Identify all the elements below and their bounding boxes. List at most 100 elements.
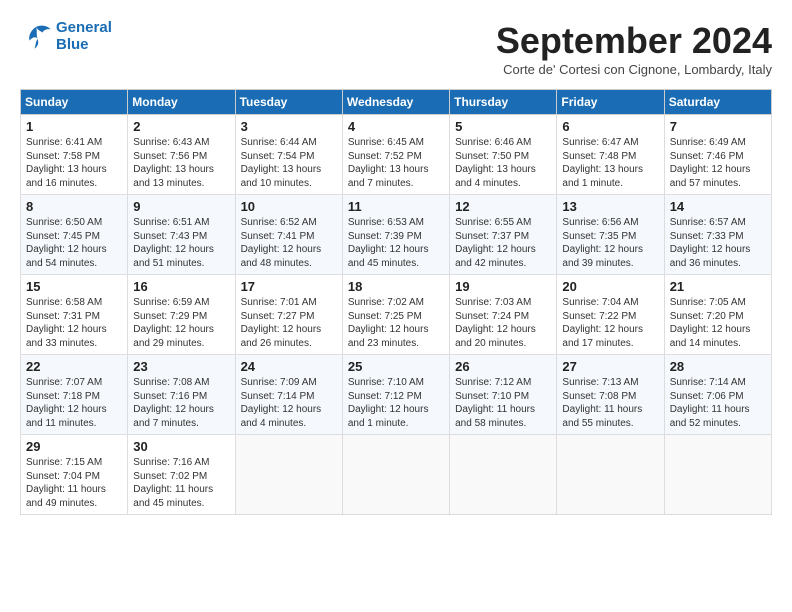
- day-info: Sunrise: 6:44 AM Sunset: 7:54 PM Dayligh…: [241, 136, 337, 190]
- day-info: Sunrise: 6:53 AM Sunset: 7:39 PM Dayligh…: [348, 216, 444, 270]
- day-number: 14: [670, 199, 766, 214]
- logo-text: General Blue: [56, 20, 112, 53]
- calendar-cell: [342, 435, 449, 515]
- day-info: Sunrise: 7:16 AM Sunset: 7:02 PM Dayligh…: [133, 456, 229, 510]
- day-info: Sunrise: 7:10 AM Sunset: 7:12 PM Dayligh…: [348, 376, 444, 430]
- calendar-week-1: 1 Sunrise: 6:41 AM Sunset: 7:58 PM Daylig…: [21, 115, 772, 195]
- column-header-thursday: Thursday: [450, 90, 557, 115]
- calendar-cell: 21 Sunrise: 7:05 AM Sunset: 7:20 PM Dayli…: [664, 275, 771, 355]
- column-header-tuesday: Tuesday: [235, 90, 342, 115]
- calendar-cell: 23 Sunrise: 7:08 AM Sunset: 7:16 PM Dayli…: [128, 355, 235, 435]
- day-number: 23: [133, 359, 229, 374]
- logo-icon: [20, 23, 52, 51]
- calendar-cell: 6 Sunrise: 6:47 AM Sunset: 7:48 PM Daylig…: [557, 115, 664, 195]
- day-number: 3: [241, 119, 337, 134]
- day-info: Sunrise: 7:03 AM Sunset: 7:24 PM Dayligh…: [455, 296, 551, 350]
- calendar-cell: 7Sunrise: 6:49 AM Sunset: 7:46 PM Daylig…: [664, 115, 771, 195]
- day-number: 17: [241, 279, 337, 294]
- calendar-cell: 11 Sunrise: 6:53 AM Sunset: 7:39 PM Dayli…: [342, 195, 449, 275]
- day-info: Sunrise: 7:01 AM Sunset: 7:27 PM Dayligh…: [241, 296, 337, 350]
- calendar-cell: 19 Sunrise: 7:03 AM Sunset: 7:24 PM Dayli…: [450, 275, 557, 355]
- day-info: Sunrise: 7:14 AM Sunset: 7:06 PM Dayligh…: [670, 376, 766, 430]
- calendar-cell: 16 Sunrise: 6:59 AM Sunset: 7:29 PM Dayli…: [128, 275, 235, 355]
- calendar-cell: 30 Sunrise: 7:16 AM Sunset: 7:02 PM Dayli…: [128, 435, 235, 515]
- calendar-cell: [450, 435, 557, 515]
- calendar-cell: 22 Sunrise: 7:07 AM Sunset: 7:18 PM Dayli…: [21, 355, 128, 435]
- calendar-cell: 9 Sunrise: 6:51 AM Sunset: 7:43 PM Daylig…: [128, 195, 235, 275]
- day-number: 10: [241, 199, 337, 214]
- column-header-wednesday: Wednesday: [342, 90, 449, 115]
- day-info: Sunrise: 6:55 AM Sunset: 7:37 PM Dayligh…: [455, 216, 551, 270]
- day-info: Sunrise: 7:04 AM Sunset: 7:22 PM Dayligh…: [562, 296, 658, 350]
- calendar-cell: 13 Sunrise: 6:56 AM Sunset: 7:35 PM Dayli…: [557, 195, 664, 275]
- day-info: Sunrise: 6:51 AM Sunset: 7:43 PM Dayligh…: [133, 216, 229, 270]
- day-number: 19: [455, 279, 551, 294]
- day-info: Sunrise: 7:13 AM Sunset: 7:08 PM Dayligh…: [562, 376, 658, 430]
- day-number: 22: [26, 359, 122, 374]
- month-title-block: September 2024 Corte de' Cortesi con Cig…: [496, 20, 772, 85]
- column-header-sunday: Sunday: [21, 90, 128, 115]
- calendar-cell: 3 Sunrise: 6:44 AM Sunset: 7:54 PM Daylig…: [235, 115, 342, 195]
- calendar-cell: 8 Sunrise: 6:50 AM Sunset: 7:45 PM Daylig…: [21, 195, 128, 275]
- day-number: 13: [562, 199, 658, 214]
- calendar-cell: 5Sunrise: 6:46 AM Sunset: 7:50 PM Daylig…: [450, 115, 557, 195]
- day-info: Sunrise: 6:56 AM Sunset: 7:35 PM Dayligh…: [562, 216, 658, 270]
- day-number: 16: [133, 279, 229, 294]
- calendar-cell: 27 Sunrise: 7:13 AM Sunset: 7:08 PM Dayli…: [557, 355, 664, 435]
- day-number: 2: [133, 119, 229, 134]
- day-number: 7: [670, 119, 766, 134]
- day-number: 8: [26, 199, 122, 214]
- calendar-week-5: 29 Sunrise: 7:15 AM Sunset: 7:04 PM Dayli…: [21, 435, 772, 515]
- day-info: Sunrise: 7:08 AM Sunset: 7:16 PM Dayligh…: [133, 376, 229, 430]
- day-info: Sunrise: 6:57 AM Sunset: 7:33 PM Dayligh…: [670, 216, 766, 270]
- day-number: 24: [241, 359, 337, 374]
- day-number: 6: [562, 119, 658, 134]
- day-number: 28: [670, 359, 766, 374]
- day-number: 21: [670, 279, 766, 294]
- day-number: 4: [348, 119, 444, 134]
- column-header-monday: Monday: [128, 90, 235, 115]
- day-info: Sunrise: 6:43 AM Sunset: 7:56 PM Dayligh…: [133, 136, 229, 190]
- calendar-week-3: 15Sunrise: 6:58 AM Sunset: 7:31 PM Dayli…: [21, 275, 772, 355]
- calendar-week-4: 22 Sunrise: 7:07 AM Sunset: 7:18 PM Dayli…: [21, 355, 772, 435]
- day-info: Sunrise: 6:41 AM Sunset: 7:58 PM Dayligh…: [26, 136, 122, 190]
- day-info: Sunrise: 7:05 AM Sunset: 7:20 PM Dayligh…: [670, 296, 766, 350]
- column-header-saturday: Saturday: [664, 90, 771, 115]
- calendar-cell: 1 Sunrise: 6:41 AM Sunset: 7:58 PM Daylig…: [21, 115, 128, 195]
- day-info: Sunrise: 6:47 AM Sunset: 7:48 PM Dayligh…: [562, 136, 658, 190]
- day-info: Sunrise: 7:07 AM Sunset: 7:18 PM Dayligh…: [26, 376, 122, 430]
- calendar-cell: 17 Sunrise: 7:01 AM Sunset: 7:27 PM Dayli…: [235, 275, 342, 355]
- day-number: 29: [26, 439, 122, 454]
- calendar-cell: 20 Sunrise: 7:04 AM Sunset: 7:22 PM Dayli…: [557, 275, 664, 355]
- day-info: Sunrise: 6:58 AM Sunset: 7:31 PM Dayligh…: [26, 296, 122, 350]
- calendar-cell: [664, 435, 771, 515]
- day-number: 18: [348, 279, 444, 294]
- day-number: 25: [348, 359, 444, 374]
- day-number: 20: [562, 279, 658, 294]
- logo: General Blue: [20, 20, 112, 53]
- day-info: Sunrise: 7:12 AM Sunset: 7:10 PM Dayligh…: [455, 376, 551, 430]
- location-subtitle: Corte de' Cortesi con Cignone, Lombardy,…: [496, 62, 772, 77]
- day-number: 11: [348, 199, 444, 214]
- day-number: 1: [26, 119, 122, 134]
- day-number: 12: [455, 199, 551, 214]
- day-info: Sunrise: 7:09 AM Sunset: 7:14 PM Dayligh…: [241, 376, 337, 430]
- day-number: 9: [133, 199, 229, 214]
- calendar-cell: 4Sunrise: 6:45 AM Sunset: 7:52 PM Daylig…: [342, 115, 449, 195]
- page-header: General Blue September 2024 Corte de' Co…: [20, 20, 772, 85]
- calendar-cell: 14 Sunrise: 6:57 AM Sunset: 7:33 PM Dayli…: [664, 195, 771, 275]
- calendar-cell: [557, 435, 664, 515]
- day-info: Sunrise: 7:15 AM Sunset: 7:04 PM Dayligh…: [26, 456, 122, 510]
- calendar-table: SundayMondayTuesdayWednesdayThursdayFrid…: [20, 89, 772, 515]
- day-info: Sunrise: 6:52 AM Sunset: 7:41 PM Dayligh…: [241, 216, 337, 270]
- calendar-cell: 29 Sunrise: 7:15 AM Sunset: 7:04 PM Dayli…: [21, 435, 128, 515]
- calendar-cell: [235, 435, 342, 515]
- day-info: Sunrise: 6:50 AM Sunset: 7:45 PM Dayligh…: [26, 216, 122, 270]
- month-title: September 2024: [496, 20, 772, 62]
- day-info: Sunrise: 6:59 AM Sunset: 7:29 PM Dayligh…: [133, 296, 229, 350]
- day-number: 5: [455, 119, 551, 134]
- day-number: 26: [455, 359, 551, 374]
- day-number: 27: [562, 359, 658, 374]
- day-number: 30: [133, 439, 229, 454]
- calendar-cell: 25 Sunrise: 7:10 AM Sunset: 7:12 PM Dayli…: [342, 355, 449, 435]
